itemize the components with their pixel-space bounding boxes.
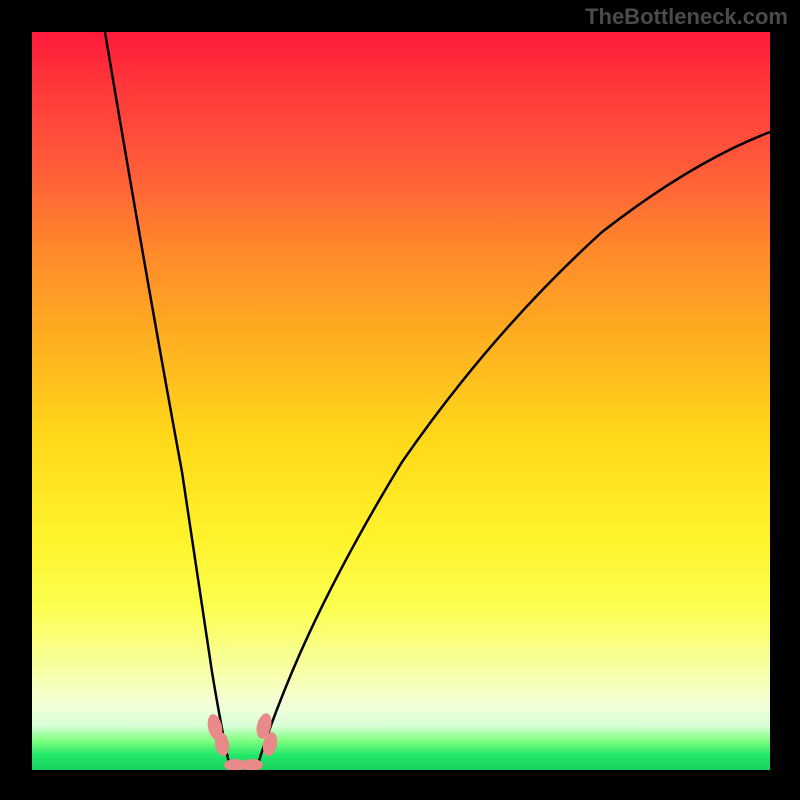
curves-svg (32, 32, 770, 770)
left-curve (105, 32, 230, 768)
right-curve (257, 132, 770, 768)
chart-container: TheBottleneck.com (0, 0, 800, 800)
marker-right (254, 712, 279, 758)
plot-area (32, 32, 770, 770)
marker-left (205, 713, 231, 757)
watermark-text: TheBottleneck.com (585, 4, 788, 30)
marker-bottom (224, 759, 263, 770)
